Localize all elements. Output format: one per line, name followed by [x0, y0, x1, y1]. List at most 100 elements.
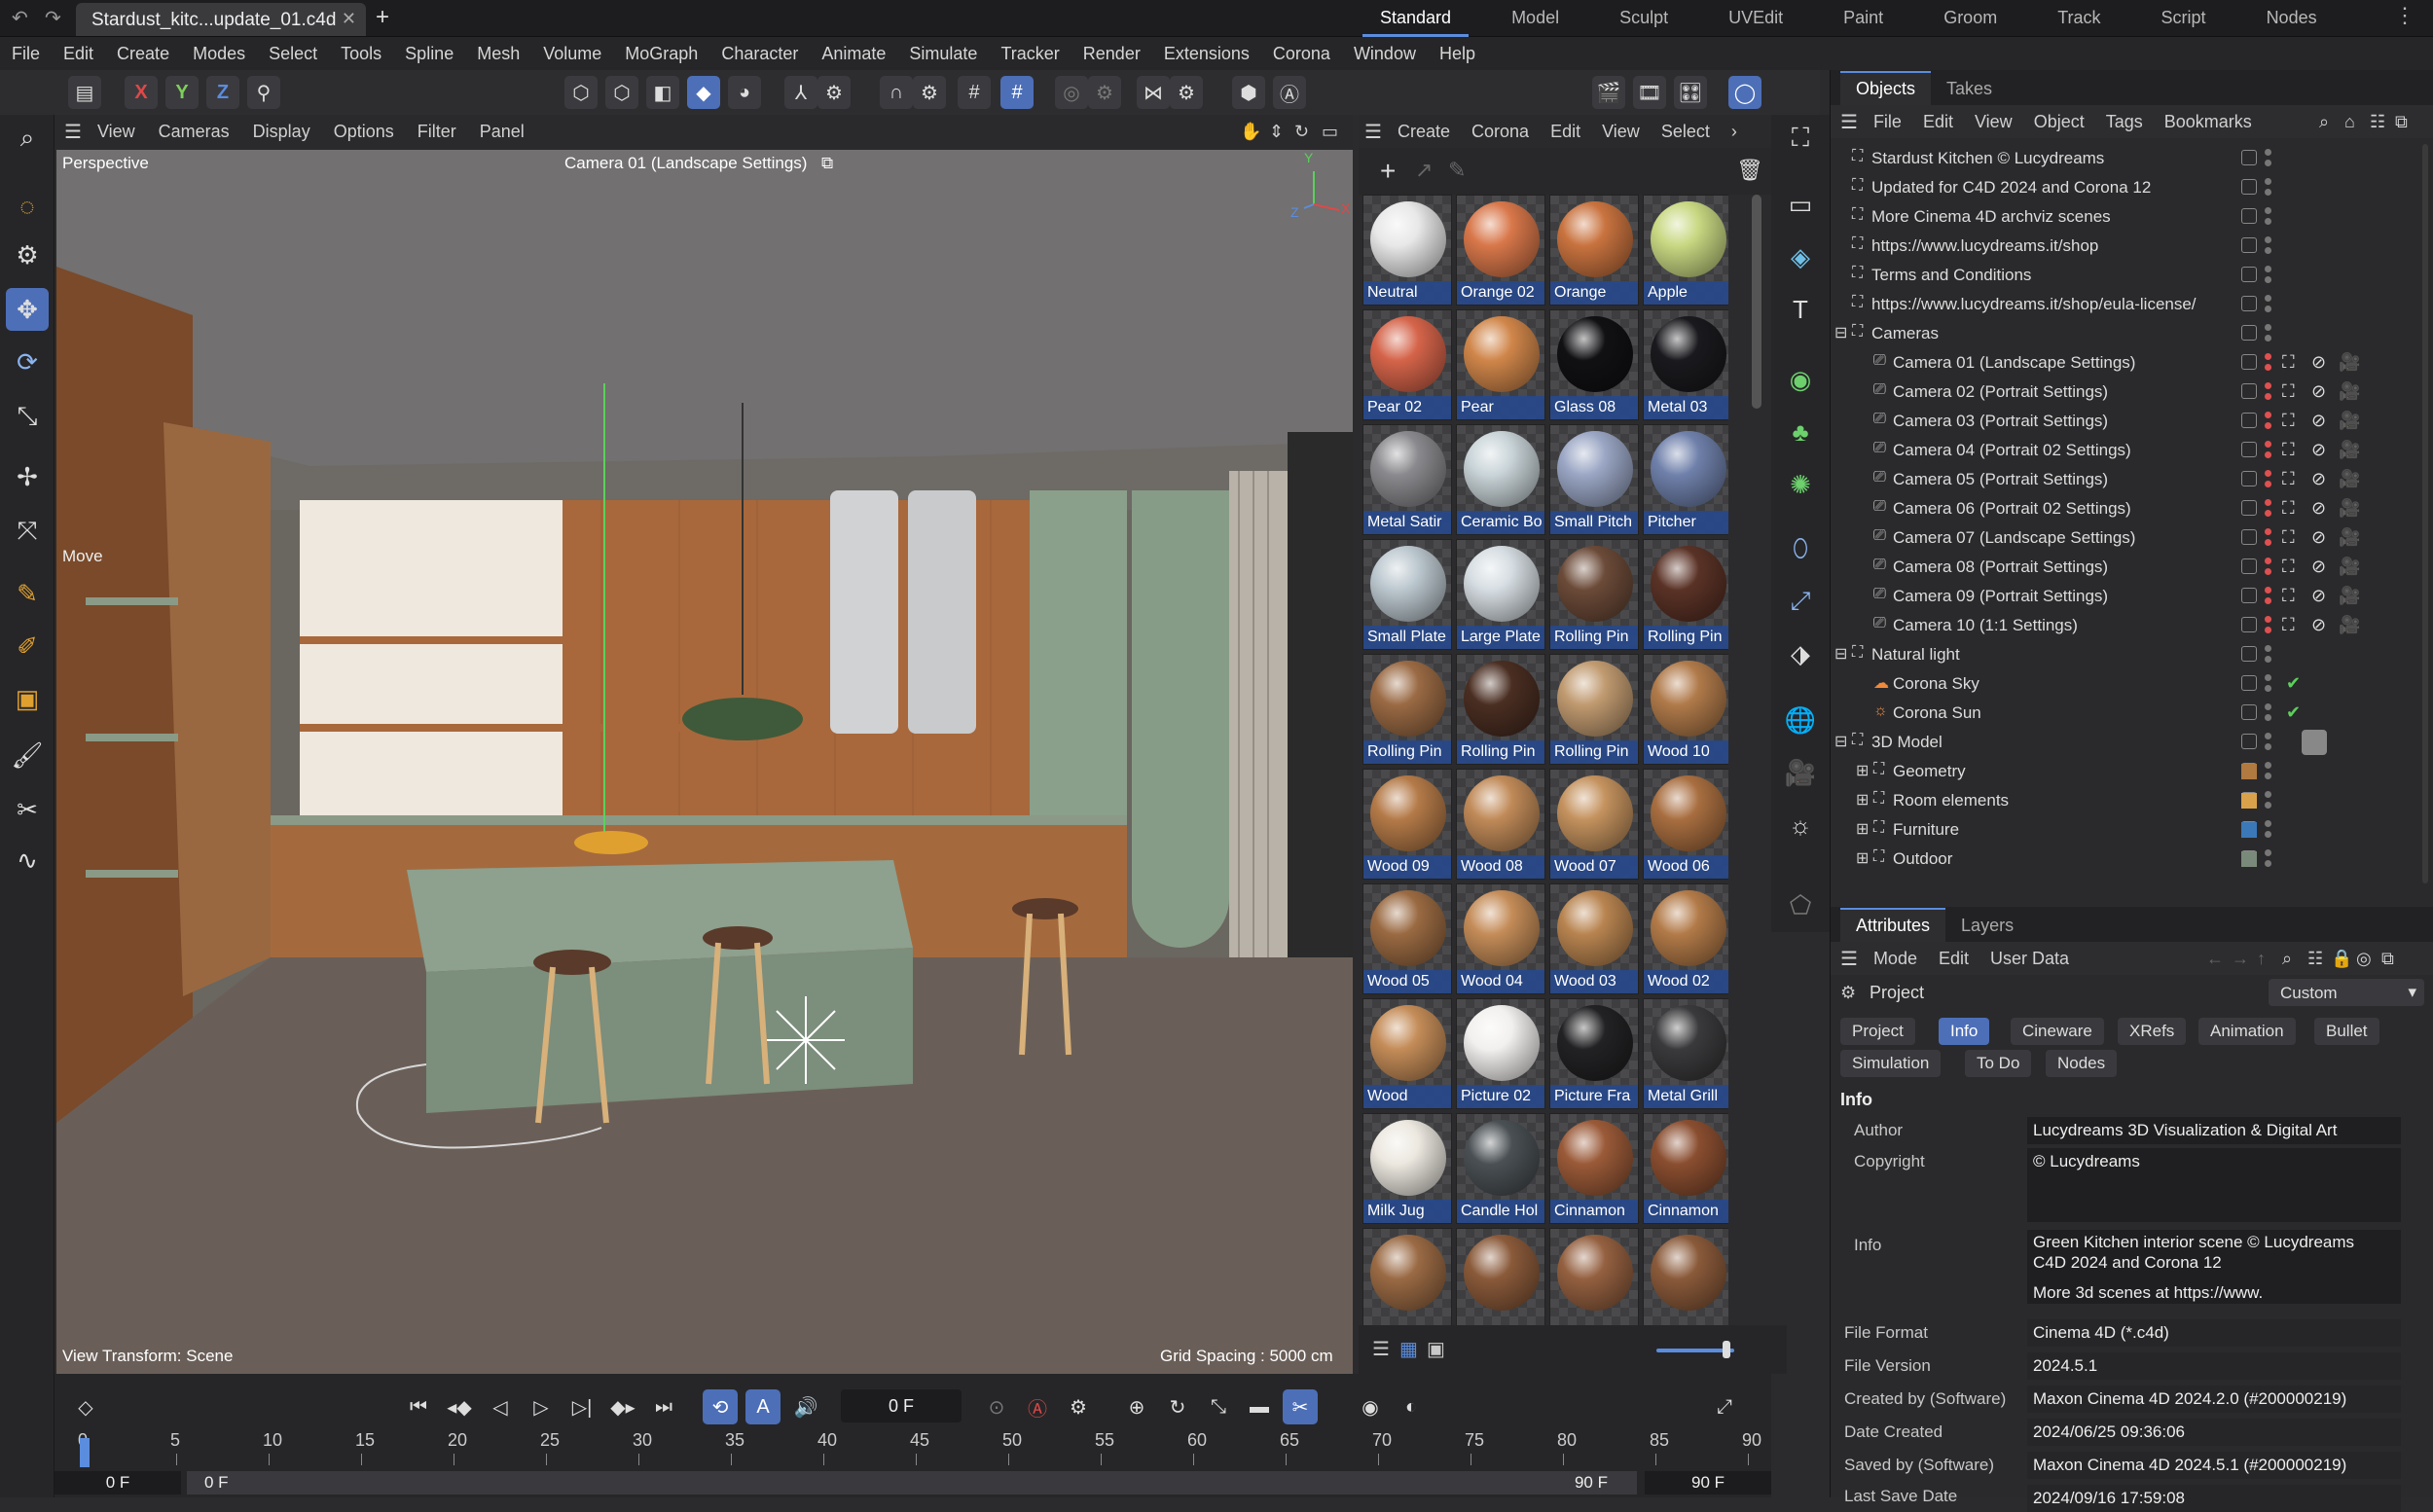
link-material-icon[interactable]: ↗	[1415, 158, 1433, 183]
protection-tag-icon[interactable]: ⛶	[2282, 586, 2295, 606]
render-visibility-dot[interactable]	[2265, 510, 2271, 517]
attribute-menu-user-data[interactable]: User Data	[1990, 949, 2069, 969]
material-swatch[interactable]	[1643, 1228, 1728, 1325]
coordinate-system-icon[interactable]: ⚲	[247, 76, 280, 109]
tab-takes[interactable]: Takes	[1931, 73, 2008, 105]
corona-camera-tag-icon[interactable]: 🎥	[2339, 498, 2360, 519]
zoom-slider-handle[interactable]	[1723, 1341, 1730, 1358]
material-swatch[interactable]: Orange 02	[1456, 195, 1545, 306]
editor-visibility-dot[interactable]	[2265, 295, 2271, 302]
motion-clip-icon[interactable]: ◉	[1353, 1389, 1388, 1424]
menu-file[interactable]: File	[12, 44, 40, 64]
render-visibility-dot[interactable]	[2265, 627, 2271, 633]
search-icon[interactable]: ⌕	[6, 117, 49, 160]
material-swatch[interactable]	[1549, 1228, 1639, 1325]
list-view-icon[interactable]: ☰	[1372, 1337, 1390, 1361]
material-swatch[interactable]: Large Plate	[1456, 539, 1545, 650]
tab-objects[interactable]: Objects	[1840, 71, 1932, 105]
expand-icon[interactable]: ⊞	[1856, 790, 1869, 810]
material-swatch[interactable]: Picture Fra	[1549, 998, 1639, 1109]
render-visibility-dot[interactable]	[2265, 568, 2271, 575]
render-visibility-dot[interactable]	[2265, 451, 2271, 458]
render-view-icon[interactable]: ⬢	[1232, 76, 1265, 109]
timeline-graph-icon[interactable]: ⤢	[1707, 1389, 1742, 1424]
layout-tab-paint[interactable]: Paint	[1826, 0, 1901, 37]
editor-visibility-dot[interactable]	[2265, 236, 2271, 243]
object-row[interactable]: ⎚ Camera 07 (Landscape Settings) ⛶ ⊘ 🎥	[1831, 523, 2433, 553]
render-visibility-dot[interactable]	[2265, 685, 2271, 692]
environment-icon[interactable]: 🌐	[1779, 699, 1822, 741]
record-icon[interactable]: ⊙	[979, 1389, 1014, 1424]
layer-checkbox[interactable]	[2241, 675, 2257, 691]
material-swatch[interactable]: Metal Grill	[1643, 998, 1728, 1109]
editor-visibility-dot[interactable]	[2265, 207, 2271, 214]
material-swatch[interactable]: Pear	[1456, 309, 1545, 420]
layer-checkbox[interactable]	[2241, 150, 2257, 165]
layout-tab-sculpt[interactable]: Sculpt	[1602, 0, 1686, 37]
soft-selection-icon[interactable]: ◎	[1055, 76, 1088, 109]
previous-key-icon[interactable]: ◂◆	[442, 1389, 477, 1424]
material-swatch[interactable]: Rolling Pin	[1549, 654, 1639, 765]
new-window-icon[interactable]: ⧉	[2395, 112, 2408, 132]
dolly-icon[interactable]: ⇕	[1269, 122, 1284, 142]
material-swatch[interactable]	[1362, 1228, 1452, 1325]
compositing-tag-icon[interactable]: ⊘	[2311, 352, 2326, 373]
active-camera-label[interactable]: Camera 01 (Landscape Settings)	[564, 154, 807, 173]
protection-tag-icon[interactable]: ⛶	[2282, 469, 2295, 489]
material-swatch[interactable]: Rolling Pin	[1362, 654, 1452, 765]
material-swatch[interactable]: Small Plate	[1362, 539, 1452, 650]
corona-camera-tag-icon[interactable]: 🎥	[2339, 440, 2360, 460]
layer-checkbox[interactable]	[2241, 558, 2257, 574]
material-swatch[interactable]: Pear 02	[1362, 309, 1452, 420]
range-slider[interactable]: 0 F 90 F	[187, 1471, 1637, 1494]
menu-mesh[interactable]: Mesh	[477, 44, 520, 64]
annotation-icon[interactable]: Ⓐ	[1273, 76, 1306, 109]
subtab-info[interactable]: Info	[1939, 1018, 1990, 1045]
menu-render[interactable]: Render	[1083, 44, 1141, 64]
material-swatch[interactable]	[1456, 1228, 1545, 1325]
layer-checkbox[interactable]	[2241, 413, 2257, 428]
preset-dropdown[interactable]: Custom ▾	[2269, 979, 2424, 1006]
compositing-tag-icon[interactable]: ⊘	[2311, 615, 2326, 635]
layout-tab-track[interactable]: Track	[2040, 0, 2118, 37]
render-visibility-dot[interactable]	[2265, 860, 2271, 867]
info-field[interactable]: Green Kitchen interior scene © Lucydream…	[2027, 1230, 2401, 1304]
light-icon[interactable]: ☼	[1779, 804, 1822, 846]
trash-icon[interactable]: 🗑	[1736, 158, 1763, 183]
compositing-tag-icon[interactable]: ⊘	[2311, 527, 2326, 548]
material-swatch[interactable]: Neutral	[1362, 195, 1452, 306]
redo-icon[interactable]: ↷	[45, 6, 61, 30]
object-row[interactable]: ⊞ ⛶ Furniture	[1831, 815, 2433, 845]
go-to-start-icon[interactable]: ⏮	[401, 1389, 436, 1424]
editor-visibility-dot[interactable]	[2265, 645, 2271, 652]
corona-camera-tag-icon[interactable]: 🎥	[2339, 352, 2360, 373]
material-menu-view[interactable]: View	[1602, 122, 1640, 142]
add-material-icon[interactable]: +	[1380, 156, 1396, 187]
render-visibility-dot[interactable]	[2265, 597, 2271, 604]
subtab-nodes[interactable]: Nodes	[2046, 1050, 2118, 1077]
selection-options-icon[interactable]: ⚙	[6, 234, 49, 276]
hamburger-icon[interactable]: ☰	[64, 120, 82, 144]
subtab-project[interactable]: Project	[1840, 1018, 1915, 1045]
model-mode-icon[interactable]: ◆	[687, 76, 720, 109]
corona-ipr-icon[interactable]: ◯	[1728, 76, 1761, 109]
editor-visibility-dot[interactable]	[2265, 674, 2271, 681]
key-param-icon[interactable]: ▬	[1242, 1389, 1277, 1424]
layer-checkbox[interactable]	[2241, 529, 2257, 545]
material-swatch[interactable]: Rolling Pin	[1643, 539, 1728, 650]
tag-icon[interactable]: ⬠	[1779, 883, 1822, 926]
protection-tag-icon[interactable]: ⛶	[2282, 527, 2295, 548]
menu-volume[interactable]: Volume	[543, 44, 601, 64]
transform-tool-icon[interactable]: ✢	[6, 455, 49, 498]
material-swatch[interactable]: Metal Satir	[1362, 424, 1452, 535]
cube-icon[interactable]: ◈	[1779, 235, 1822, 278]
grid-icon[interactable]: #	[958, 76, 991, 109]
forward-arrow-icon[interactable]: →	[2232, 949, 2249, 969]
generator-icon[interactable]: ◉	[1779, 358, 1822, 401]
material-swatch[interactable]: Picture 02	[1456, 998, 1545, 1109]
protection-tag-icon[interactable]: ⛶	[2282, 381, 2295, 402]
render-visibility-dot[interactable]	[2265, 773, 2271, 779]
corona-camera-tag-icon[interactable]: 🎥	[2339, 527, 2360, 548]
render-visibility-dot[interactable]	[2265, 189, 2271, 196]
compositing-tag-icon[interactable]: ⊘	[2311, 469, 2326, 489]
